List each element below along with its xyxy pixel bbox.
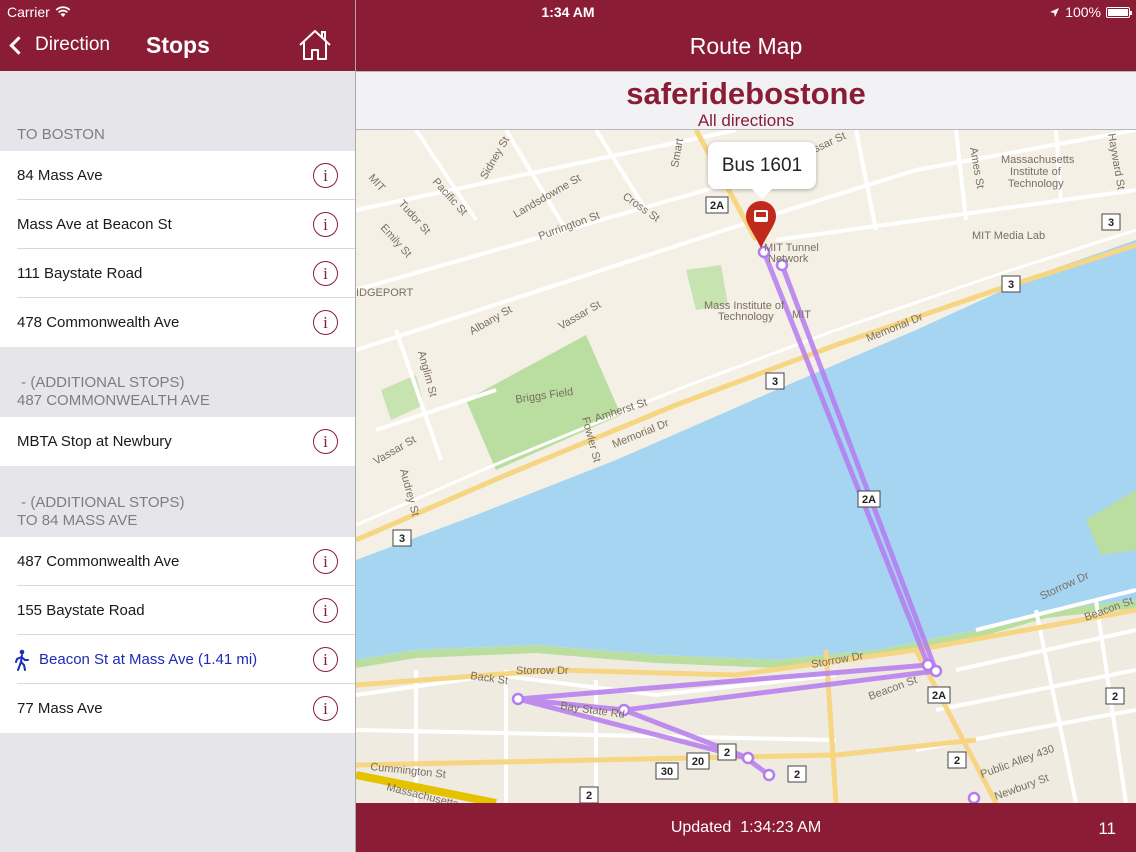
bus-callout[interactable]: Bus 1601 <box>708 142 816 199</box>
stops-pane: Carrier Direction Stops TO BOSTON 84 Mas… <box>0 0 355 852</box>
shield-2: 2 <box>794 769 800 781</box>
walking-person-icon <box>15 649 29 671</box>
stop-row[interactable]: 155 Baystate Road i <box>0 586 355 635</box>
wifi-icon <box>55 6 71 17</box>
shield-2a: 2A <box>932 690 946 702</box>
map-canvas[interactable]: 2A 3 3 3 2A 3 2A 2 2 2 2 2 20 30 Massach… <box>356 130 1136 803</box>
home-icon[interactable] <box>297 28 333 62</box>
stop-row[interactable]: 77 Mass Ave i <box>0 684 355 733</box>
stop-name: 487 Commonwealth Ave <box>17 553 180 570</box>
route-direction: All directions <box>697 111 795 130</box>
stop-row[interactable]: 84 Mass Ave i <box>0 151 355 200</box>
info-button[interactable]: i <box>313 549 338 574</box>
shield-2: 2 <box>954 755 960 767</box>
stop-row[interactable]: 478 Commonwealth Ave i <box>0 298 355 347</box>
map-label: Network <box>768 253 809 265</box>
stop-name: Mass Ave at Beacon St <box>17 216 172 233</box>
section-header-additional-487: - (ADDITIONAL STOPS) 487 COMMONWEALTH AV… <box>0 374 355 410</box>
section-header-line: - (ADDITIONAL STOPS) <box>17 494 185 511</box>
route-map-title: Route Map <box>689 33 803 59</box>
location-arrow-icon <box>1050 7 1060 17</box>
shield-2: 2 <box>586 790 592 802</box>
map-label: Technology <box>1008 178 1064 190</box>
back-button[interactable]: Direction <box>8 34 110 56</box>
section-header-line: TO 84 MASS AVE <box>17 512 138 529</box>
chevron-left-icon <box>9 35 28 55</box>
stop-name: Beacon St at Mass Ave (1.41 mi) <box>39 651 258 668</box>
route-map-pane: 1:34 AM 100% Route Map saferidebostone A… <box>356 0 1136 852</box>
shield-3: 3 <box>1008 279 1014 291</box>
stops-title: Stops <box>146 32 210 58</box>
info-button[interactable]: i <box>313 429 338 454</box>
back-button-label: Direction <box>35 34 110 55</box>
shield-3: 3 <box>1108 217 1114 229</box>
map-label: Technology <box>718 311 774 323</box>
route-name: saferidebostone <box>626 76 866 111</box>
battery-percent: 100% <box>1065 4 1101 20</box>
info-button[interactable]: i <box>313 163 338 188</box>
stop-name: 155 Baystate Road <box>17 602 145 619</box>
stop-name: 478 Commonwealth Ave <box>17 314 180 331</box>
section-header-line: 487 COMMONWEALTH AVE <box>17 392 210 409</box>
map-label: Storrow Dr <box>516 665 569 677</box>
vehicle-count: 11 <box>1098 819 1116 838</box>
carrier-label: Carrier <box>7 4 50 20</box>
shield-3: 3 <box>399 533 405 545</box>
shield-3: 3 <box>772 376 778 388</box>
shield-2a: 2A <box>862 494 876 506</box>
stop-row[interactable]: 111 Baystate Road i <box>0 249 355 298</box>
status-battery: 100% <box>1049 4 1132 20</box>
stop-row-nearest[interactable]: Beacon St at Mass Ave (1.41 mi) i <box>0 635 355 684</box>
info-button[interactable]: i <box>313 212 338 237</box>
map-label: MIT <box>792 309 811 321</box>
section-header-to-boston: TO BOSTON <box>17 126 105 143</box>
info-button[interactable]: i <box>313 310 338 335</box>
battery-icon <box>1106 6 1132 18</box>
stop-row[interactable]: MBTA Stop at Newbury i <box>0 417 355 466</box>
stops-nav-bar: Carrier Direction Stops <box>0 0 355 71</box>
map-label: Institute of <box>1010 166 1062 178</box>
section-header-line: - (ADDITIONAL STOPS) <box>17 374 185 391</box>
route-map-nav-bar: 1:34 AM 100% Route Map <box>356 0 1136 71</box>
shield-2a: 2A <box>710 200 724 212</box>
stop-row[interactable]: Mass Ave at Beacon St i <box>0 200 355 249</box>
section-header-additional-84: - (ADDITIONAL STOPS) TO 84 MASS AVE <box>0 494 355 530</box>
map-label: MIT Media Lab <box>972 230 1045 242</box>
map-toolbar: Updated 1:34:23 AM 11 <box>356 803 1136 852</box>
stop-name: 84 Mass Ave <box>17 167 103 184</box>
shield-2: 2 <box>724 747 730 759</box>
info-button[interactable]: i <box>313 696 338 721</box>
info-button[interactable]: i <box>313 598 338 623</box>
stop-name: 111 Baystate Road <box>17 265 143 282</box>
status-time: 1:34 AM <box>541 4 595 20</box>
route-map[interactable]: 2A 3 3 3 2A 3 2A 2 2 2 2 2 20 30 Massach… <box>356 130 1136 803</box>
map-label: Massachusetts <box>1001 154 1075 166</box>
route-header: saferidebostone All directions <box>356 71 1136 130</box>
shield-30: 30 <box>661 766 673 778</box>
map-label: IDGEPORT <box>356 287 414 299</box>
updated-timestamp: Updated 1:34:23 AM <box>670 819 822 836</box>
shield-20: 20 <box>692 756 704 768</box>
stop-name: 77 Mass Ave <box>17 700 103 717</box>
status-carrier: Carrier <box>7 4 71 20</box>
info-button[interactable]: i <box>313 261 338 286</box>
shield-2: 2 <box>1112 691 1118 703</box>
stop-row[interactable]: 487 Commonwealth Ave i <box>0 537 355 586</box>
info-button[interactable]: i <box>313 647 338 672</box>
stop-name: MBTA Stop at Newbury <box>17 433 172 450</box>
